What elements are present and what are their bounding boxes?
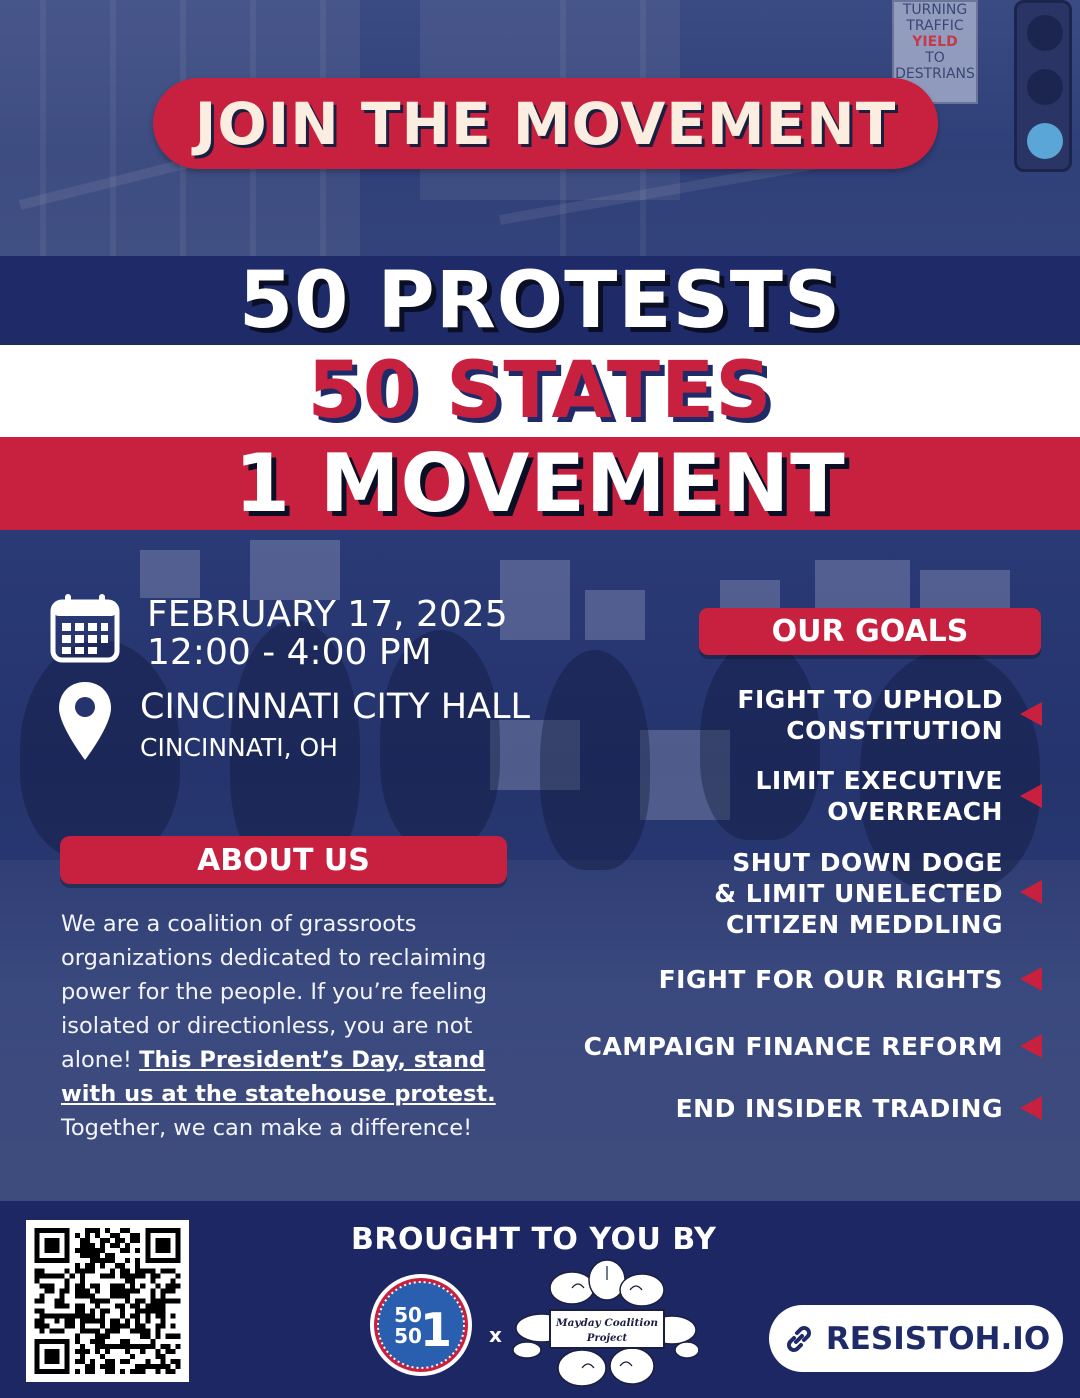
- about-us-body: We are a coalition of grassroots organiz…: [61, 907, 511, 1145]
- goal-line: OVERREACH: [827, 797, 1003, 826]
- qr-code-graphic: [34, 1228, 181, 1374]
- goal-line: CAMPAIGN FINANCE REFORM: [583, 1032, 1003, 1061]
- goal-line: FIGHT FOR OUR RIGHTS: [658, 965, 1003, 994]
- goal-line: CITIZEN MEDDLING: [726, 910, 1003, 939]
- mayday-logo-line-1: Mayday Coalition: [555, 1317, 658, 1329]
- calendar-icon: [50, 594, 120, 663]
- goal-line: SHUT DOWN DOGE: [732, 848, 1003, 877]
- header-title: JOIN THE MOVEMENT: [194, 89, 897, 158]
- about-heading-text: ABOUT US: [197, 842, 370, 878]
- our-goals-heading: OUR GOALS: [699, 608, 1041, 655]
- poster: TURNING TRAFFIC YIELD TO DESTRIANS JOIN THE …: [0, 0, 1080, 1398]
- headline-line-2: 50 STATES: [307, 346, 773, 436]
- qr-code-icon[interactable]: [26, 1220, 189, 1382]
- goal-item: CAMPAIGN FINANCE REFORM: [584, 1031, 1003, 1062]
- mayday-coalition-logo: Mayday Coalition Project: [512, 1259, 698, 1387]
- triangle-left-icon: [1020, 1096, 1042, 1120]
- event-time: 12:00 - 4:00 PM: [147, 632, 432, 673]
- headline-line-1: 50 PROTESTS: [238, 255, 842, 346]
- join-the-movement-banner: JOIN THE MOVEMENT: [153, 78, 938, 169]
- triangle-left-icon: [1020, 784, 1042, 808]
- triangle-left-icon: [1020, 880, 1042, 904]
- website-url: RESISTOH.IO: [825, 1320, 1051, 1357]
- goal-line: & LIMIT UNELECTED: [714, 879, 1003, 908]
- event-venue: CINCINNATI CITY HALL: [140, 687, 531, 727]
- event-city: CINCINNATI, OH: [140, 733, 338, 762]
- about-us-heading: ABOUT US: [60, 836, 507, 884]
- goal-line: CONSTITUTION: [786, 716, 1003, 745]
- logo-separator: x: [489, 1323, 502, 1347]
- headline-band-protests: 50 PROTESTS: [0, 255, 1080, 346]
- triangle-left-icon: [1020, 967, 1042, 991]
- headline-band-states: 50 STATES: [0, 345, 1080, 437]
- logo-bottom-number: 50: [394, 1324, 422, 1348]
- logo-big-number: 1: [420, 1303, 452, 1357]
- event-date: FEBRUARY 17, 2025: [147, 594, 508, 635]
- link-icon: [786, 1325, 811, 1352]
- map-pin-icon: [59, 682, 111, 760]
- about-body-closing: Together, we can make a difference!: [61, 1115, 473, 1141]
- goal-item: LIMIT EXECUTIVE OVERREACH: [755, 765, 1003, 827]
- traffic-light: [1014, 0, 1072, 172]
- triangle-left-icon: [1020, 702, 1042, 726]
- goal-line: FIGHT TO UPHOLD: [737, 685, 1003, 714]
- goal-item: FIGHT TO UPHOLD CONSTITUTION: [737, 684, 1003, 746]
- headline-line-3: 1 MOVEMENT: [234, 437, 846, 530]
- fifty-fifty-one-logo: 50 50 1: [370, 1274, 472, 1376]
- goal-item: END INSIDER TRADING: [676, 1093, 1003, 1124]
- goals-heading-text: OUR GOALS: [771, 614, 969, 649]
- goal-item: FIGHT FOR OUR RIGHTS: [659, 964, 1003, 995]
- website-link-button[interactable]: RESISTOH.IO: [769, 1305, 1063, 1372]
- triangle-left-icon: [1020, 1034, 1042, 1058]
- mayday-logo-line-2: Project: [586, 1333, 628, 1344]
- goal-item: SHUT DOWN DOGE & LIMIT UNELECTED CITIZEN…: [714, 847, 1003, 940]
- goal-line: END INSIDER TRADING: [675, 1094, 1003, 1123]
- brought-to-you-by: BROUGHT TO YOU BY: [351, 1222, 717, 1257]
- headline-band-movement: 1 MOVEMENT: [0, 437, 1080, 530]
- goal-line: LIMIT EXECUTIVE: [755, 766, 1003, 795]
